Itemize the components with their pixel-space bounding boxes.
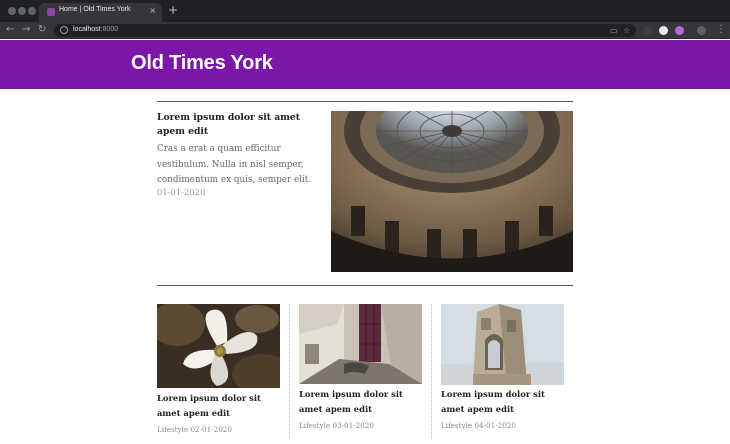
- card-title[interactable]: Lorem ipsum dolor sit amet apem edit: [157, 391, 283, 421]
- card-image[interactable]: [157, 304, 280, 388]
- card-title[interactable]: Lorem ipsum dolor sit amet apem edit: [441, 387, 567, 417]
- profile-avatar-icon[interactable]: [697, 26, 706, 35]
- card-date: 04-01-2020: [474, 421, 516, 430]
- browser-tab-home[interactable]: Home | Old Times York ×: [39, 3, 162, 22]
- site-title[interactable]: Old Times York: [131, 52, 273, 75]
- extension-icon[interactable]: [659, 26, 668, 35]
- tab-title: Home | Old Times York: [59, 6, 131, 13]
- card-meta: Lifestyle 02-01-2020: [157, 425, 232, 434]
- reload-icon[interactable]: ↻: [38, 24, 46, 36]
- dome-interior-photo: [331, 111, 573, 272]
- url-host: localhost: [73, 26, 101, 33]
- back-icon[interactable]: ←: [6, 24, 14, 36]
- site-info-icon[interactable]: [60, 26, 68, 34]
- flower-photo: [157, 304, 280, 388]
- card-category: Lifestyle: [299, 421, 331, 430]
- card-title[interactable]: Lorem ipsum dolor sit amet apem edit: [299, 387, 425, 417]
- url-port: :8000: [100, 26, 119, 33]
- card-image[interactable]: [299, 304, 422, 384]
- tower-photo: [441, 304, 564, 385]
- new-tab-icon[interactable]: +: [168, 3, 178, 17]
- extension-icon[interactable]: [675, 26, 684, 35]
- browser-toolbar: ← → ↻ localhost:8000 ▭ ☆ ⋮: [0, 22, 730, 39]
- featured-date: 01-01-2020: [157, 187, 206, 197]
- featured-image[interactable]: [331, 111, 573, 272]
- card-separator: [289, 304, 290, 439]
- address-bar[interactable]: localhost:8000 ▭ ☆: [54, 24, 636, 37]
- minimize-window-icon[interactable]: [18, 7, 26, 15]
- cast-icon[interactable]: ▭: [610, 25, 618, 36]
- card-meta: Lifestyle 03-01-2020: [299, 421, 374, 430]
- forward-icon[interactable]: →: [22, 24, 30, 36]
- card-category: Lifestyle: [157, 425, 189, 434]
- featured-excerpt: Cras a erat a quam efficitur vestibulum.…: [157, 144, 312, 185]
- card-date: 03-01-2020: [332, 421, 374, 430]
- close-window-icon[interactable]: [8, 7, 16, 15]
- card-category: Lifestyle: [441, 421, 473, 430]
- card-image[interactable]: [441, 304, 564, 385]
- browser-tab-strip: Home | Old Times York × +: [0, 0, 730, 22]
- site-header: Old Times York: [0, 40, 730, 89]
- site-favicon-icon: [47, 8, 55, 16]
- bookmark-star-icon[interactable]: ☆: [623, 25, 630, 36]
- zoom-window-icon[interactable]: [28, 7, 36, 15]
- card-date: 02-01-2020: [190, 425, 232, 434]
- featured-title[interactable]: Lorem ipsum dolor sit amet apem edit: [157, 111, 327, 139]
- divider: [157, 285, 573, 286]
- address-url: localhost:8000: [73, 26, 118, 33]
- alley-photo: [299, 304, 422, 384]
- tab-close-icon[interactable]: ×: [149, 5, 156, 17]
- extension-icon[interactable]: [643, 26, 652, 35]
- card-meta: Lifestyle 04-01-2020: [441, 421, 516, 430]
- menu-icon[interactable]: ⋮: [716, 24, 726, 36]
- divider: [157, 101, 573, 102]
- card-separator: [431, 304, 432, 439]
